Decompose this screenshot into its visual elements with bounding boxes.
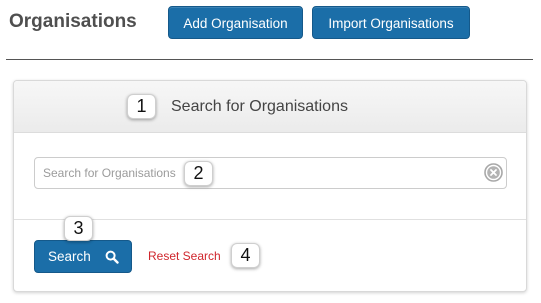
- panel-title: Search for Organisations: [171, 98, 348, 115]
- panel-header: Search for Organisations: [14, 81, 526, 133]
- search-button[interactable]: Search: [34, 240, 132, 273]
- clear-icon[interactable]: [484, 163, 503, 182]
- header-divider: [6, 59, 533, 60]
- search-panel: Search for Organisations Search Reset Se…: [13, 80, 527, 292]
- step-badge-1: 1: [127, 94, 156, 119]
- reset-search-link[interactable]: Reset Search: [148, 249, 221, 264]
- step-badge-4: 4: [231, 243, 260, 268]
- search-icon: [105, 250, 119, 264]
- import-organisations-button[interactable]: Import Organisations: [312, 6, 470, 39]
- search-button-label: Search: [48, 249, 91, 264]
- step-badge-3: 3: [64, 216, 93, 241]
- add-organisation-button[interactable]: Add Organisation: [168, 6, 303, 39]
- search-input[interactable]: [34, 157, 507, 189]
- step-badge-2: 2: [184, 161, 213, 186]
- page-title: Organisations: [9, 11, 137, 32]
